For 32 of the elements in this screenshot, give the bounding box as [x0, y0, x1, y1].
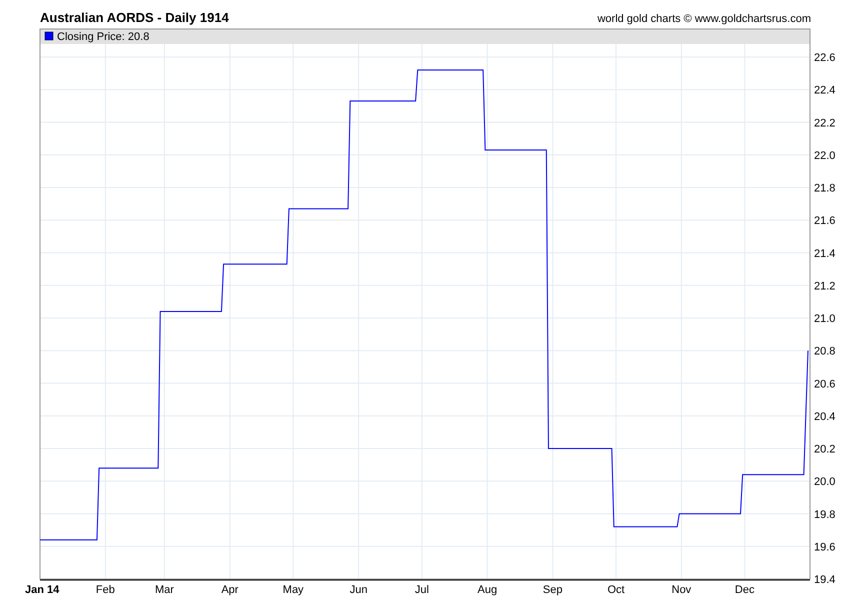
y-tick-label: 21.4	[814, 248, 836, 260]
y-tick-label: 20.2	[814, 444, 836, 456]
x-tick-label: Jul	[414, 584, 429, 596]
y-tick-label: 22.6	[814, 52, 836, 64]
y-tick-label: 19.4	[814, 574, 836, 586]
y-tick-label: 21.6	[814, 215, 836, 228]
x-tick-label: Jun	[350, 584, 368, 596]
y-tick-label: 22.2	[814, 117, 836, 130]
x-tick-label: Apr	[221, 584, 238, 596]
y-tick-label: 21.8	[814, 182, 836, 194]
y-tick-label: 19.6	[814, 541, 836, 554]
y-tick-label: 20.0	[814, 476, 836, 488]
x-tick-label: Nov	[672, 584, 692, 596]
x-tick-label: Dec	[734, 584, 754, 596]
y-tick-label: 22.0	[814, 150, 836, 162]
x-tick-label: Aug	[478, 584, 498, 596]
x-tick-label: May	[282, 584, 304, 596]
y-tick-label: 20.8	[814, 346, 836, 358]
chart-title: Australian AORDS - Daily 1914	[40, 8, 229, 27]
y-tick-label: 19.8	[814, 508, 836, 521]
y-tick-label: 21.2	[814, 280, 836, 292]
y-tick-label: 22.4	[814, 84, 836, 97]
x-tick-label: Feb	[96, 584, 115, 596]
x-tick-label: Oct	[607, 584, 625, 596]
y-tick-label: 21.0	[814, 313, 836, 325]
legend-label: Closing Price: 20.8	[57, 31, 150, 43]
y-tick-label: 20.6	[814, 378, 836, 390]
y-tick-label: 20.4	[814, 410, 836, 423]
credit-text: world gold charts © www.goldchartsrus.com	[597, 12, 811, 26]
x-tick-label: Jan 14	[25, 584, 60, 596]
x-tick-label: Sep	[542, 584, 562, 596]
x-tick-label: Mar	[155, 584, 174, 596]
